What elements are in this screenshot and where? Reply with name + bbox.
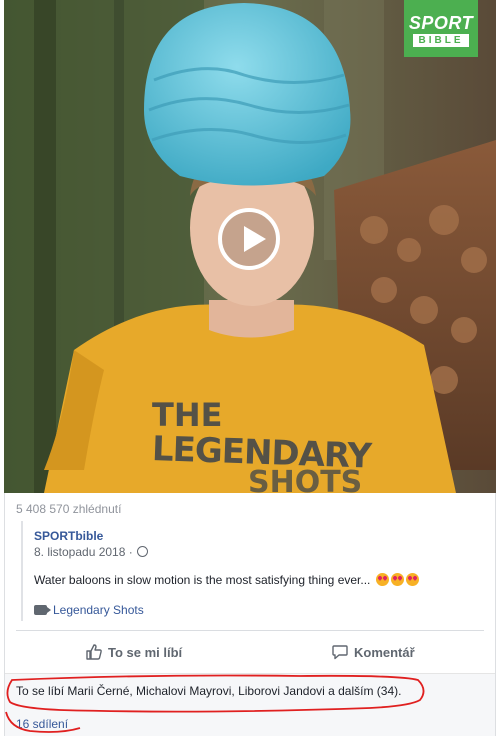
comment-label: Komentář [354,645,415,660]
thumbs-up-icon [86,644,102,660]
heart-eyes-emoji-icon [390,573,404,586]
speech-bubble-icon [332,645,348,660]
sportbible-logo: SPORT BIBLE [404,0,478,57]
play-triangle [244,226,266,252]
post-card: 5 408 570 zhlédnutí SPORTbible 8. listop… [4,493,496,736]
video-player[interactable]: SPORT BIBLE THE LEGENDARY SHOTS [4,0,496,493]
shared-post: SPORTbible 8. listopadu 2018 · Water bal… [21,521,485,621]
like-button[interactable]: To se mi líbí [86,638,182,668]
view-count: 5 408 570 zhlédnutí [16,502,122,516]
action-bar: To se mi líbí Komentář [16,638,484,668]
heart-eyes-emoji-icon [375,573,389,586]
page-name-link[interactable]: SPORTbible [34,529,103,543]
video-camera-icon [34,605,51,615]
post-date[interactable]: 8. listopadu 2018 · [34,545,133,559]
series-label: Legendary Shots [53,603,144,617]
post-text-line: Water baloons in slow motion is the most… [34,573,419,587]
post-date-line: 8. listopadu 2018 · [34,545,148,559]
like-label: To se mi líbí [108,645,183,660]
divider [16,630,484,631]
logo-text-bible: BIBLE [413,34,469,47]
heart-eyes-emoji-icon [405,573,419,586]
globe-icon [136,546,148,557]
likes-summary[interactable]: To se líbí Marii Černé, Michalovi Mayrov… [16,684,401,698]
logo-text-sport: SPORT [408,13,474,33]
shirt-print: THE LEGENDARY SHOTS [151,396,371,494]
post-text: Water baloons in slow motion is the most… [34,573,371,587]
shares-count-link[interactable]: 16 sdílení [16,717,68,731]
series-link[interactable]: Legendary Shots [34,603,144,617]
play-circle-icon[interactable] [218,208,280,270]
shirt-line-1: THE [152,396,223,434]
engagement-section: To se líbí Marii Černé, Michalovi Mayrov… [5,673,495,736]
shirt-line-3: SHOTS [248,465,363,494]
comment-button[interactable]: Komentář [332,638,415,668]
